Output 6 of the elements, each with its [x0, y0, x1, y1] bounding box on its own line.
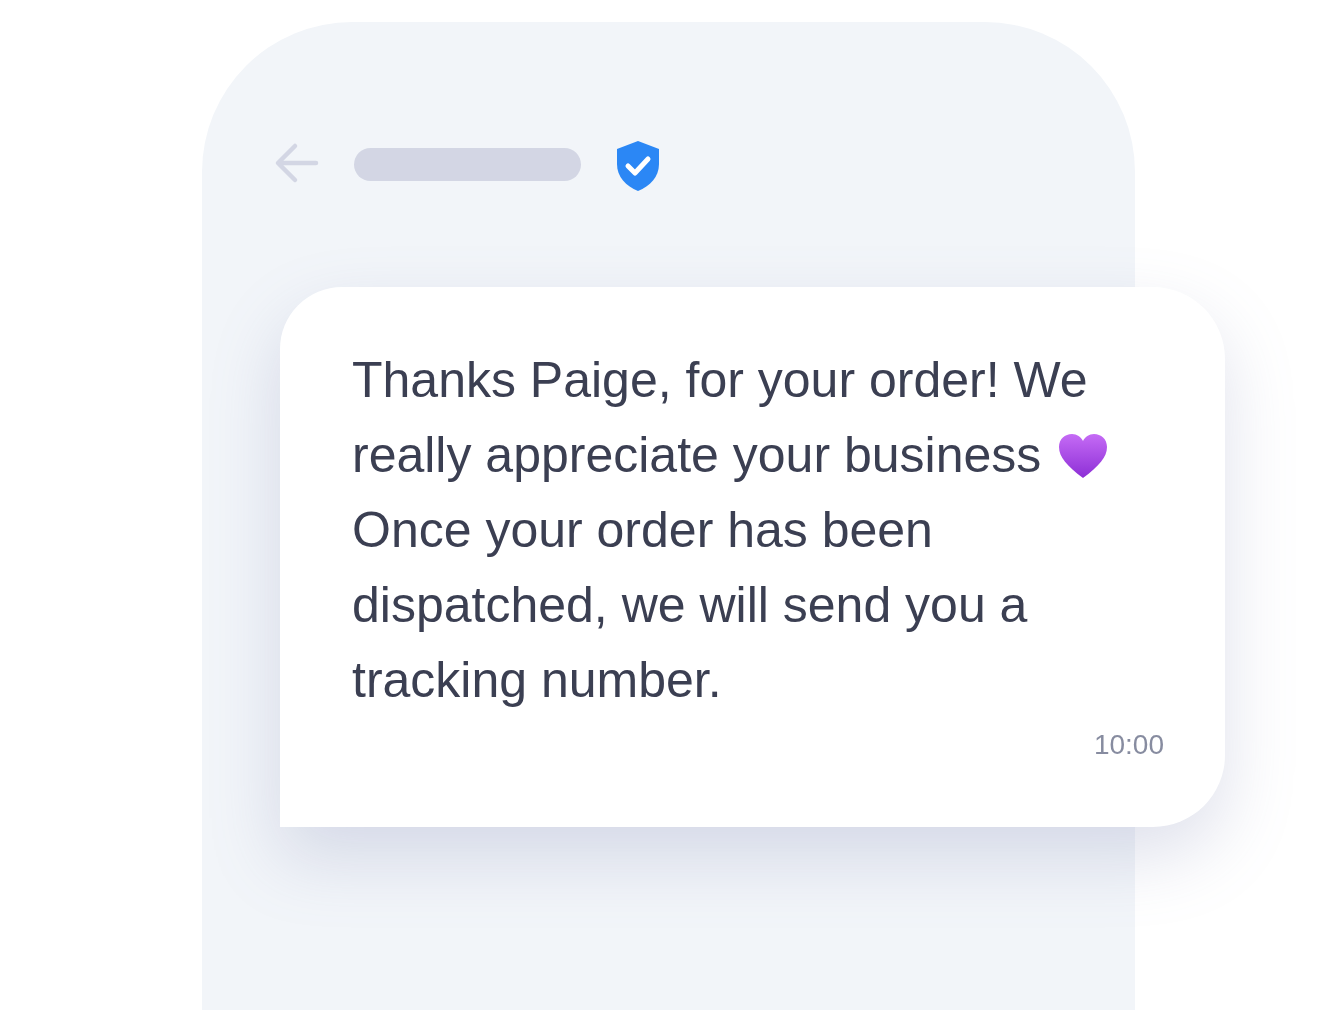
message-text: Thanks Paige, for your order! We	[352, 351, 1088, 410]
verified-shield-icon	[615, 140, 661, 192]
message-time: 10:00	[1093, 728, 1164, 762]
message-text: Once your order has been dispatched, we will send you a tracking number.	[352, 501, 1029, 710]
message-text: really appreciate your business	[352, 426, 1042, 485]
heart-icon	[1057, 431, 1110, 480]
